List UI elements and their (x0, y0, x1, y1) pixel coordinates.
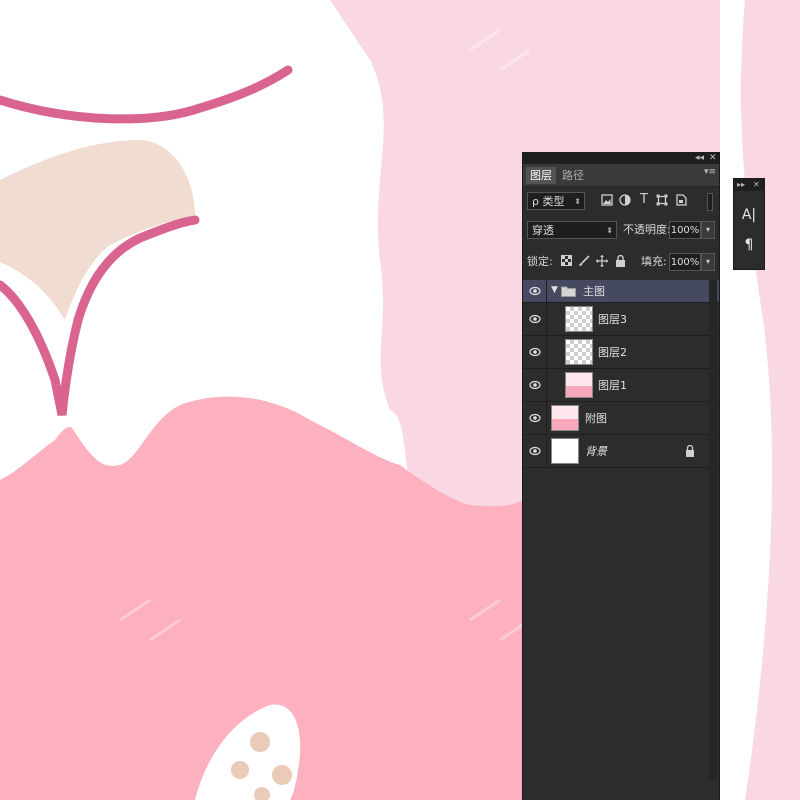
character-paragraph-dock: ▸▸ ✕ A| ¶ (733, 178, 765, 270)
layer-row[interactable]: 图层1 (523, 369, 719, 402)
visibility-eye-icon[interactable] (529, 285, 541, 297)
layer-name: 背景 (585, 445, 607, 458)
egg-spot (250, 732, 270, 752)
blend-opacity-row: 穿透 ⬍ 不透明度: 100% ▾ (523, 220, 719, 242)
lock-fill-row: 锁定: 填充: 100% ▾ (523, 252, 719, 274)
lock-position-icon[interactable] (595, 255, 609, 269)
layer-name: 主图 (583, 285, 605, 298)
layer-name: 附图 (585, 412, 607, 425)
chevron-updown-icon: ⬍ (574, 197, 581, 206)
layers-panel: ◂◂ ✕ 图层 路径 ▾≡ ρ 类型 ⬍ T 穿透 ⬍ 不透明度: 100% ▾… (522, 152, 720, 800)
layer-thumbnail (565, 306, 593, 332)
visibility-eye-icon[interactable] (529, 346, 541, 358)
visibility-eye-icon[interactable] (529, 379, 541, 391)
egg-spot (231, 761, 249, 779)
chevron-updown-icon: ⬍ (606, 226, 613, 235)
layer-thumbnail (565, 339, 593, 365)
close-panel-icon[interactable]: ✕ (709, 152, 717, 164)
row-divider (546, 402, 547, 434)
layers-scrollbar[interactable] (709, 280, 717, 780)
layers-list: ▼ 主图 图层3 图层2 图层1 附图 背景 (523, 280, 719, 468)
visibility-eye-icon[interactable] (529, 445, 541, 457)
layer-row[interactable]: 图层2 (523, 336, 719, 369)
layer-row-background[interactable]: 背景 (523, 435, 719, 468)
filter-type-select[interactable]: ρ 类型 ⬍ (527, 192, 585, 210)
smart-object-filter-icon[interactable] (674, 194, 688, 208)
expand-panel-icon[interactable]: ▸▸ (737, 179, 745, 191)
lock-label: 锁定: (527, 255, 553, 268)
layer-row[interactable]: 附图 (523, 402, 719, 435)
paragraph-panel-icon[interactable]: ¶ (738, 233, 760, 257)
row-divider (546, 336, 547, 368)
opacity-label: 不透明度: (623, 223, 671, 236)
tab-paths[interactable]: 路径 (558, 167, 588, 184)
row-divider (546, 435, 547, 467)
type-filter-icon[interactable]: T (637, 193, 651, 207)
layer-name: 图层2 (598, 346, 627, 359)
dock-title-bar[interactable]: ▸▸ ✕ (734, 179, 764, 191)
layer-thumbnail (565, 372, 593, 398)
blend-mode-select[interactable]: 穿透 ⬍ (527, 221, 617, 239)
lock-image-pixels-icon[interactable] (577, 255, 591, 269)
filter-toggle-switch[interactable] (707, 193, 713, 211)
layer-name: 图层3 (598, 313, 627, 326)
layer-name: 图层1 (598, 379, 627, 392)
layer-filter-row: ρ 类型 ⬍ T (523, 191, 719, 213)
opacity-dropdown-button[interactable]: ▾ (701, 221, 715, 239)
folder-icon (561, 286, 576, 297)
egg-spot (272, 765, 292, 785)
layer-row-group[interactable]: ▼ 主图 (523, 280, 719, 303)
layer-thumbnail (551, 405, 579, 431)
panel-tabs: 图层 路径 ▾≡ (523, 164, 719, 187)
opacity-input[interactable]: 100% (669, 221, 701, 239)
lock-transparent-pixels-icon[interactable] (559, 255, 573, 269)
collapse-panel-icon[interactable]: ◂◂ (695, 152, 704, 164)
row-divider (546, 369, 547, 401)
image-filter-icon[interactable] (600, 194, 614, 208)
visibility-eye-icon[interactable] (529, 313, 541, 325)
row-divider (546, 303, 547, 335)
fill-dropdown-button[interactable]: ▾ (701, 253, 715, 271)
fill-label: 填充: (641, 255, 667, 268)
blend-mode-value: 穿透 (532, 224, 554, 237)
expand-triangle-icon[interactable]: ▼ (551, 285, 558, 295)
shape-filter-icon[interactable] (655, 194, 669, 208)
panel-menu-icon[interactable]: ▾≡ (704, 167, 716, 177)
filter-type-label: ρ 类型 (532, 195, 565, 208)
fill-input[interactable]: 100% (669, 253, 701, 271)
layer-thumbnail (551, 438, 579, 464)
lock-all-icon[interactable] (613, 254, 627, 269)
row-divider (546, 280, 547, 302)
layer-row[interactable]: 图层3 (523, 303, 719, 336)
tab-layers[interactable]: 图层 (526, 167, 556, 184)
close-panel-icon[interactable]: ✕ (753, 179, 760, 191)
adjustment-filter-icon[interactable] (618, 194, 632, 208)
visibility-eye-icon[interactable] (529, 412, 541, 424)
character-panel-icon[interactable]: A| (738, 203, 760, 227)
panel-title-bar[interactable]: ◂◂ ✕ (523, 152, 719, 164)
layer-lock-icon (686, 445, 694, 457)
